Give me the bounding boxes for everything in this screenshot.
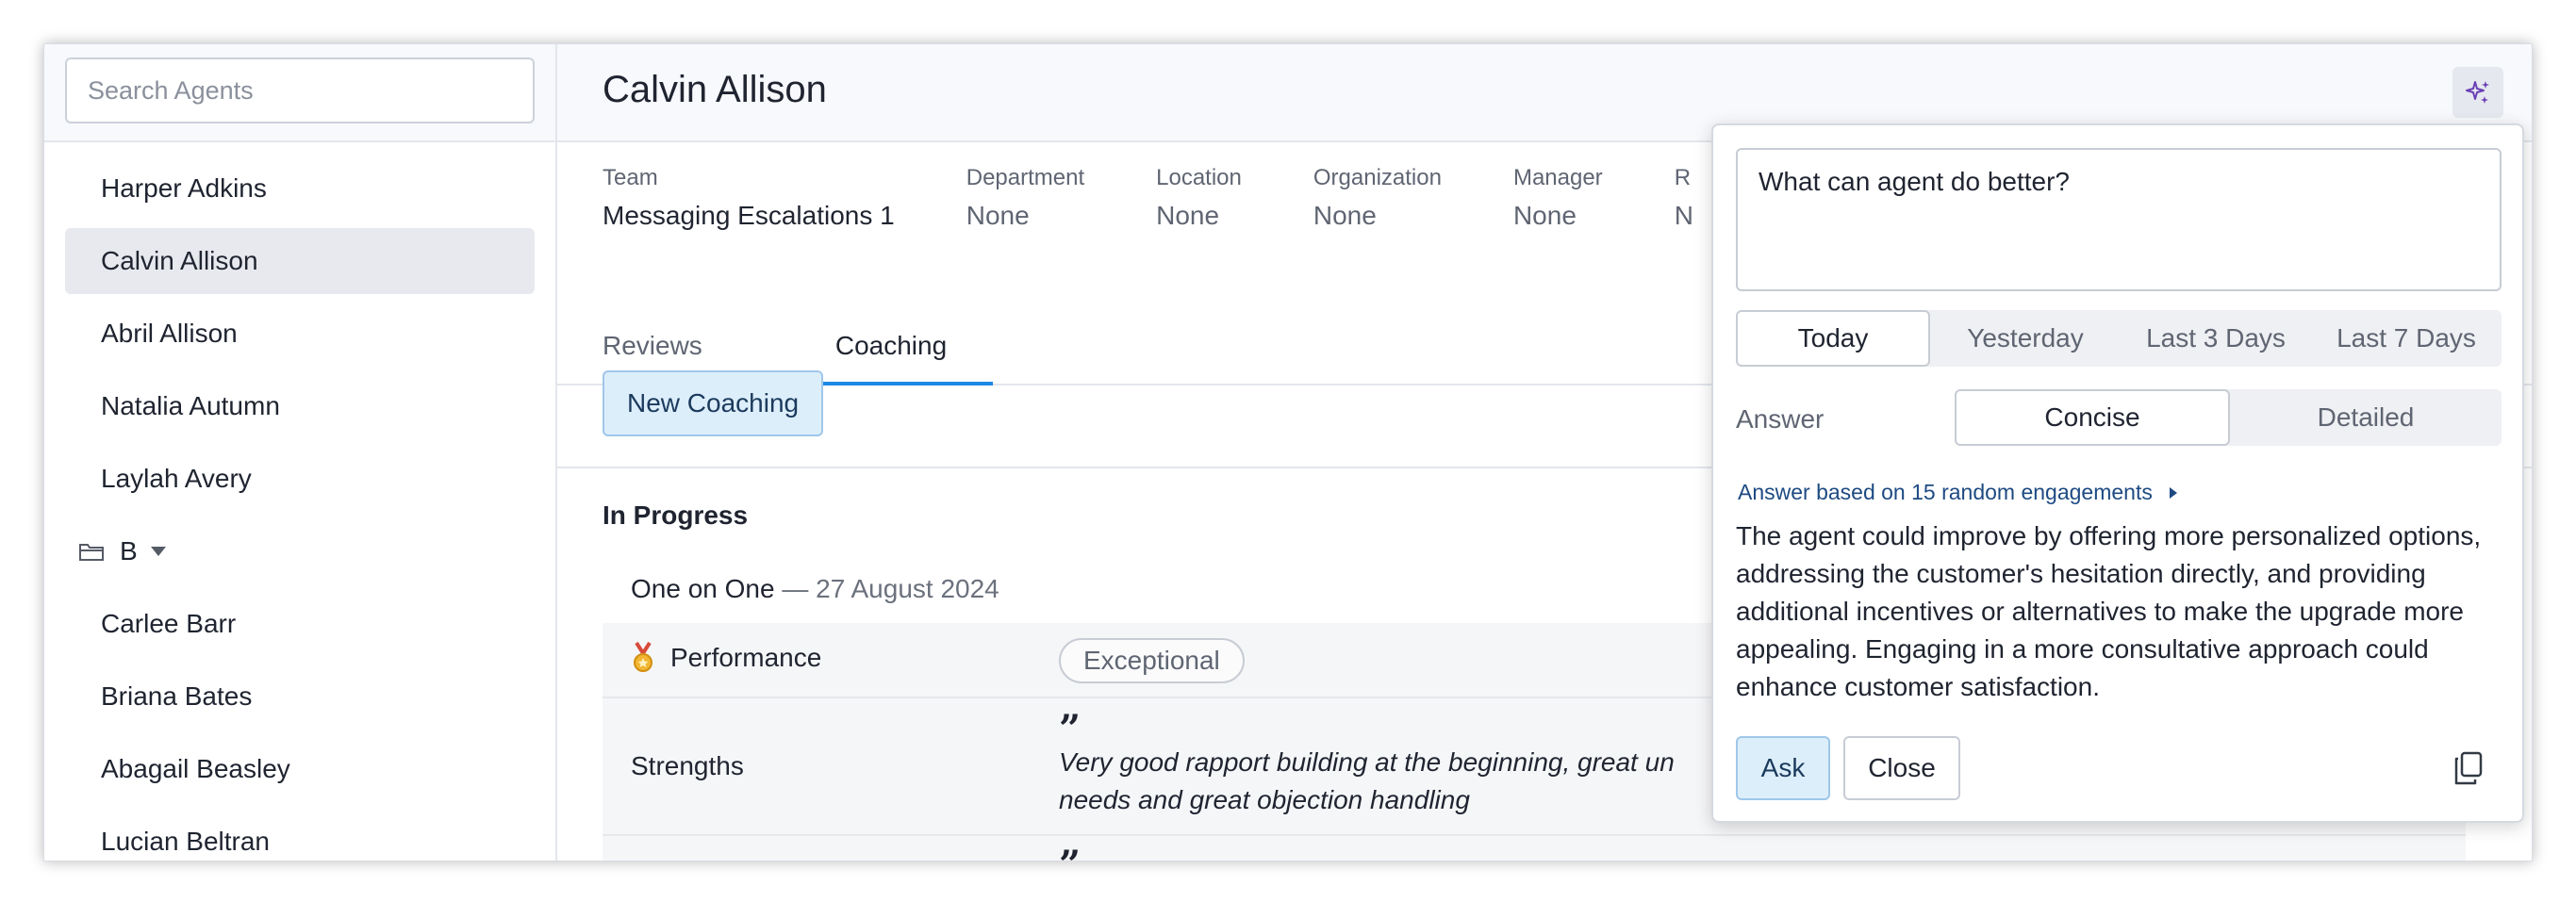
session-title[interactable]: One on One — 27 August 2024 [631,574,999,604]
info-label: Team [603,165,658,190]
quote-icon: ” [1059,846,1081,861]
rating-badge: Exceptional [1059,638,1245,683]
question-input[interactable]: What can agent do better? [1736,148,2502,291]
range-today[interactable]: Today [1736,310,1930,367]
agent-item-abagail-beasley[interactable]: Abagail Beasley [65,736,535,802]
strengths-label: Strengths [631,751,744,780]
info-value: None [1156,201,1220,230]
folder-icon [79,544,104,561]
info-label: Location [1156,165,1242,190]
agent-item-abril-allison[interactable]: Abril Allison [65,301,535,367]
agent-item-harper-adkins[interactable]: Harper Adkins [65,156,535,221]
info-label: Organization [1313,165,1442,190]
info-label: Manager [1512,165,1603,190]
ask-button[interactable]: Ask [1736,736,1830,800]
info-value: Messaging Escalations 1 [603,201,895,230]
info-team: Team Messaging Escalations 1 [603,165,895,231]
performance-label: Performance [670,643,822,672]
info-value: None [966,201,1030,230]
caret-down-icon[interactable] [150,547,166,556]
section-title: In Progress [603,500,749,530]
table-row: ” [603,836,2466,861]
agent-item-natalia-autumn[interactable]: Natalia Autumn [65,373,535,439]
sparkles-icon [2466,81,2489,104]
date-range-selector: Today Yesterday Last 3 Days Last 7 Days [1736,310,2502,367]
page-title: Calvin Allison [603,69,827,110]
agent-sidebar: Harper Adkins Calvin Allison Abril Allis… [44,44,557,861]
performance-label-cell: Performance [631,642,821,674]
agent-item-carlee-barr[interactable]: Carlee Barr [65,591,535,657]
ai-assistant-button[interactable] [2452,67,2503,118]
session-name: One on One [631,574,775,603]
engagements-disclosure[interactable]: Answer based on 15 random engagements [1738,480,2177,505]
info-value: N [1674,201,1693,230]
close-button[interactable]: Close [1843,736,1960,800]
group-header-b[interactable]: B [65,518,535,584]
performance-value-cell: Exceptional [1059,638,1245,683]
group-label: B [120,536,138,566]
info-location: Location None [1156,165,1242,231]
info-label: Department [966,165,1085,190]
answer-mode-label: Answer [1736,404,1825,434]
info-value: None [1313,201,1377,230]
copy-icon[interactable] [2452,751,2485,785]
quote-icon-cell: ” [1059,846,1081,861]
info-organization: Organization None [1313,165,1442,231]
medal-icon [634,642,652,672]
agent-item-calvin-allison[interactable]: Calvin Allison [65,228,535,294]
info-truncated: R N [1675,165,1693,231]
sidebar-search-bar [44,44,555,142]
quote-icon: ” [1059,707,1082,751]
range-last-7-days[interactable]: Last 7 Days [2311,310,2502,367]
answer-mode-concise[interactable]: Concise [1955,389,2230,446]
answer-mode-selector: Concise Detailed [1955,389,2502,446]
play-icon [2169,486,2177,499]
answer-text: The agent could improve by offering more… [1736,521,2482,701]
strengths-value-cell: ” Very good rapport building at the begi… [1059,707,1700,819]
strengths-text: Very good rapport building at the beginn… [1059,747,1675,814]
new-coaching-button[interactable]: New Coaching [603,370,824,436]
ai-assistant-popover: What can agent do better? Today Yesterda… [1711,123,2524,823]
info-label: R [1674,165,1692,190]
info-value: None [1512,201,1577,230]
search-agents-input[interactable] [65,57,535,123]
agent-info-row: Team Messaging Escalations 1 Department … [603,165,1765,231]
info-manager: Manager None [1513,165,1603,231]
agent-item-briana-bates[interactable]: Briana Bates [65,664,535,730]
agent-item-laylah-avery[interactable]: Laylah Avery [65,446,535,512]
engagements-disclosure-label: Answer based on 15 random engagements [1738,480,2153,504]
agent-item-lucian-beltran[interactable]: Lucian Beltran [65,809,535,861]
tab-coaching[interactable]: Coaching [789,280,993,385]
answer-mode-detailed[interactable]: Detailed [2230,389,2502,446]
range-yesterday[interactable]: Yesterday [1930,310,2121,367]
session-date: — 27 August 2024 [774,574,999,603]
agent-list: Harper Adkins Calvin Allison Abril Allis… [65,156,535,861]
range-last-3-days[interactable]: Last 3 Days [2121,310,2311,367]
app-window: Harper Adkins Calvin Allison Abril Allis… [43,43,2533,861]
info-department: Department None [966,165,1084,231]
